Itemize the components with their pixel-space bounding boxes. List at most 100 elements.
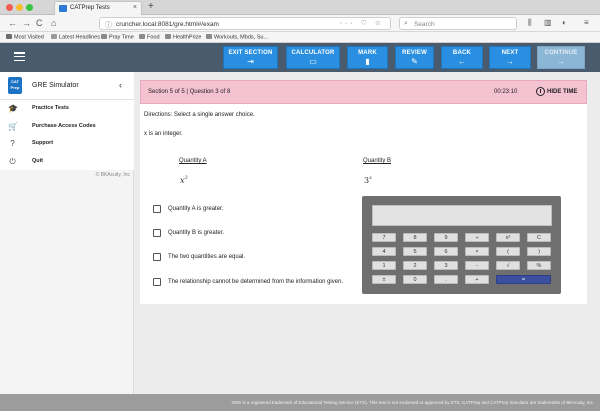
next-button[interactable]: NEXT → (489, 46, 531, 69)
quantity-a-value: x3 (180, 175, 188, 185)
calc-key-6[interactable]: 6 (434, 247, 458, 256)
mark-button[interactable]: MARK ▮ (347, 46, 388, 69)
close-window-button[interactable] (6, 4, 13, 11)
sidebar: CAT Prep GRE Simulator ‹ 🎓 Practice Test… (0, 72, 134, 394)
bookmark-item[interactable]: Most Visited (6, 34, 44, 41)
calc-key-3[interactable]: 3 (434, 261, 458, 270)
power-icon: ⏻ (9, 156, 16, 166)
sidebar-item-practice-tests[interactable]: 🎓 Practice Tests (0, 100, 134, 118)
answer-checkbox[interactable] (153, 253, 161, 261)
calc-key-0[interactable]: 0 (403, 275, 427, 284)
folder-icon (101, 34, 107, 39)
review-icon: ✎ (411, 57, 418, 66)
calc-key-divide[interactable]: ÷ (465, 233, 489, 242)
folder-icon (165, 34, 171, 39)
minimize-window-button[interactable] (16, 4, 23, 11)
tab-title: CATPrep Tests (70, 5, 110, 11)
url-text: cruncher.local:8081/gre.html#/exam (116, 21, 219, 28)
calc-key-percent[interactable]: % (527, 261, 551, 270)
forward-arrow-icon[interactable]: → (22, 17, 31, 29)
bookmark-icon (51, 34, 57, 39)
extension-icon[interactable]: ◐ (562, 18, 567, 27)
menu-icon[interactable]: ≡ (584, 18, 589, 27)
bookmark-flag-icon: ▮ (365, 57, 370, 66)
footer-disclaimer: GRE is a registered trademark of Educati… (231, 400, 595, 405)
shopping-cart-icon: 🛒 (8, 121, 18, 131)
calc-key-multiply[interactable]: × (465, 247, 489, 256)
browser-tab[interactable]: CATPrep Tests × (54, 1, 142, 15)
bookmark-item[interactable]: Food (139, 34, 160, 41)
bookmark-item[interactable]: Pray Time (101, 34, 134, 41)
home-icon[interactable]: ⌂ (51, 17, 56, 29)
calc-key-equals[interactable]: = (496, 275, 551, 284)
calculator-button[interactable]: CALCULATOR ▭ (286, 46, 340, 69)
quantity-b-label: Quantity B (363, 158, 392, 164)
help-icon: ? (10, 139, 15, 148)
sidebar-header: CAT Prep GRE Simulator ‹ (0, 72, 134, 100)
sidebar-toggle-icon[interactable]: ▥ (544, 18, 552, 27)
tab-close-icon[interactable]: × (133, 4, 137, 11)
arrow-right-icon: → (557, 57, 565, 66)
reload-icon[interactable]: C (36, 17, 43, 29)
bookmarks-bar: Most Visited Latest Headlines Pray Time … (0, 32, 600, 43)
calc-key-square[interactable]: x² (496, 233, 520, 242)
browser-nav-bar: ← → C ⌂ ⓘ cruncher.local:8081/gre.html#/… (0, 15, 600, 32)
exit-icon: ⇥ (247, 57, 254, 66)
chevron-left-icon[interactable]: ‹ (119, 80, 122, 90)
hide-time-button[interactable]: HIDE TIME (547, 89, 577, 95)
footer: GRE is a registered trademark of Educati… (0, 394, 600, 411)
calc-key-add[interactable]: + (465, 275, 489, 284)
hamburger-menu-icon[interactable] (14, 52, 25, 62)
calc-key-2[interactable]: 2 (403, 261, 427, 270)
bookmark-icon (6, 34, 12, 39)
search-icon: ⌕ (404, 20, 408, 27)
continue-button[interactable]: CONTINUE → (537, 46, 585, 69)
calc-key-decimal[interactable]: . (434, 275, 458, 284)
search-input[interactable]: ⌕ Search (399, 17, 517, 30)
sidebar-item-purchase-access-codes[interactable]: 🛒 Purchase Access Codes (0, 118, 134, 136)
page-actions[interactable]: ··· ♡ ☆ (340, 19, 384, 27)
arrow-right-icon: → (506, 57, 514, 66)
question-progress: Section 5 of 5 | Question 3 of 8 (148, 89, 231, 95)
library-icon[interactable]: ⫼ (528, 18, 532, 28)
answer-checkbox[interactable] (153, 205, 161, 213)
question-status-bar: Section 5 of 5 | Question 3 of 8 00:23:1… (140, 80, 587, 104)
calc-key-9[interactable]: 9 (434, 233, 458, 242)
sidebar-item-quit[interactable]: ⏻ Quit (0, 153, 134, 171)
timer: 00:23:10 (494, 89, 518, 95)
quantity-b-value: 3x (364, 175, 372, 185)
answer-checkbox[interactable] (153, 229, 161, 237)
graduation-cap-icon: 🎓 (8, 104, 18, 113)
copyright: © BKAcuity, Inc (95, 172, 130, 178)
bookmark-item[interactable]: Latest Headlines (51, 34, 100, 41)
calc-key-4[interactable]: 4 (372, 247, 396, 256)
exit-section-button[interactable]: EXIT SECTION ⇥ (223, 46, 278, 69)
arrow-left-icon: ← (458, 57, 466, 66)
calc-key-close-paren[interactable]: ) (527, 247, 551, 256)
answer-checkbox[interactable] (153, 278, 161, 286)
url-bar[interactable]: ⓘ cruncher.local:8081/gre.html#/exam ···… (99, 17, 391, 30)
review-button[interactable]: REVIEW ✎ (395, 46, 434, 69)
sidebar-title: GRE Simulator (32, 82, 79, 89)
sidebar-item-support[interactable]: ? Support (0, 135, 134, 153)
stopwatch-icon[interactable] (536, 87, 545, 96)
calc-key-7[interactable]: 7 (372, 233, 396, 242)
calculator-icon: ▭ (309, 57, 317, 66)
maximize-window-button[interactable] (26, 4, 33, 11)
calc-key-clear[interactable]: C (527, 233, 551, 242)
calc-key-8[interactable]: 8 (403, 233, 427, 242)
calc-key-plus-minus[interactable]: ± (372, 275, 396, 284)
new-tab-button[interactable]: + (148, 1, 154, 12)
back-button[interactable]: BACK ← (441, 46, 483, 69)
calc-key-5[interactable]: 5 (403, 247, 427, 256)
calc-key-1[interactable]: 1 (372, 261, 396, 270)
question-panel: Section 5 of 5 | Question 3 of 8 00:23:1… (140, 80, 587, 304)
calc-key-sqrt[interactable]: √ (496, 261, 520, 270)
calc-key-subtract[interactable]: - (465, 261, 489, 270)
back-arrow-icon[interactable]: ← (8, 17, 17, 29)
bookmark-item[interactable]: HealthPrize (165, 34, 201, 41)
calc-key-open-paren[interactable]: ( (496, 247, 520, 256)
bookmark-item[interactable]: Workouts, Mbds, Su... (206, 34, 268, 41)
search-placeholder: Search (414, 21, 435, 28)
calculator-panel[interactable]: 7 8 9 ÷ x² C 4 5 6 × ( ) 1 2 3 - √ % ± 0… (362, 196, 561, 294)
